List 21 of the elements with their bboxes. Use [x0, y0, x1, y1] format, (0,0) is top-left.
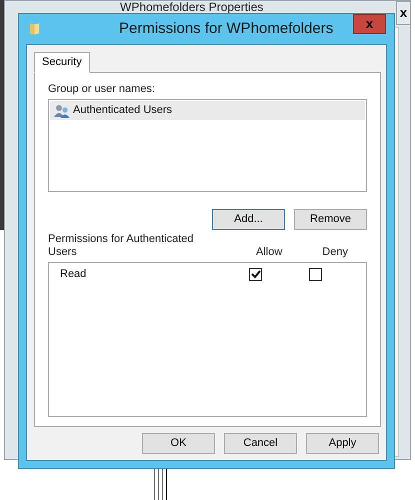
user-name: Authenticated Users — [73, 103, 172, 118]
folder-icon — [29, 22, 40, 36]
column-header: Allow — [256, 246, 282, 259]
remove-button[interactable]: Remove — [294, 209, 367, 230]
column-header: Deny — [322, 246, 348, 259]
dialog-button[interactable]: Cancel — [224, 433, 297, 454]
field-label: Group or user names: — [48, 82, 155, 96]
tab[interactable]: Security — [34, 52, 90, 73]
checkbox[interactable] — [309, 268, 322, 280]
add-button[interactable]: Add... — [212, 209, 285, 230]
close-button[interactable]: x — [396, 1, 411, 25]
permissions-label: Permissions for Authenticated Users — [48, 233, 195, 259]
dialog-button[interactable]: OK — [142, 433, 215, 454]
dialog-button[interactable]: Apply — [306, 433, 379, 454]
window-title: Permissions for WPhomefolders — [119, 20, 334, 38]
users-icon — [54, 104, 70, 118]
close-button[interactable]: x — [353, 14, 386, 34]
list-item[interactable]: Authenticated Users — [50, 101, 365, 120]
checkbox[interactable] — [249, 268, 262, 280]
window-title: WPhomefolders Properties — [120, 1, 264, 13]
permission-name: Read — [59, 266, 88, 282]
